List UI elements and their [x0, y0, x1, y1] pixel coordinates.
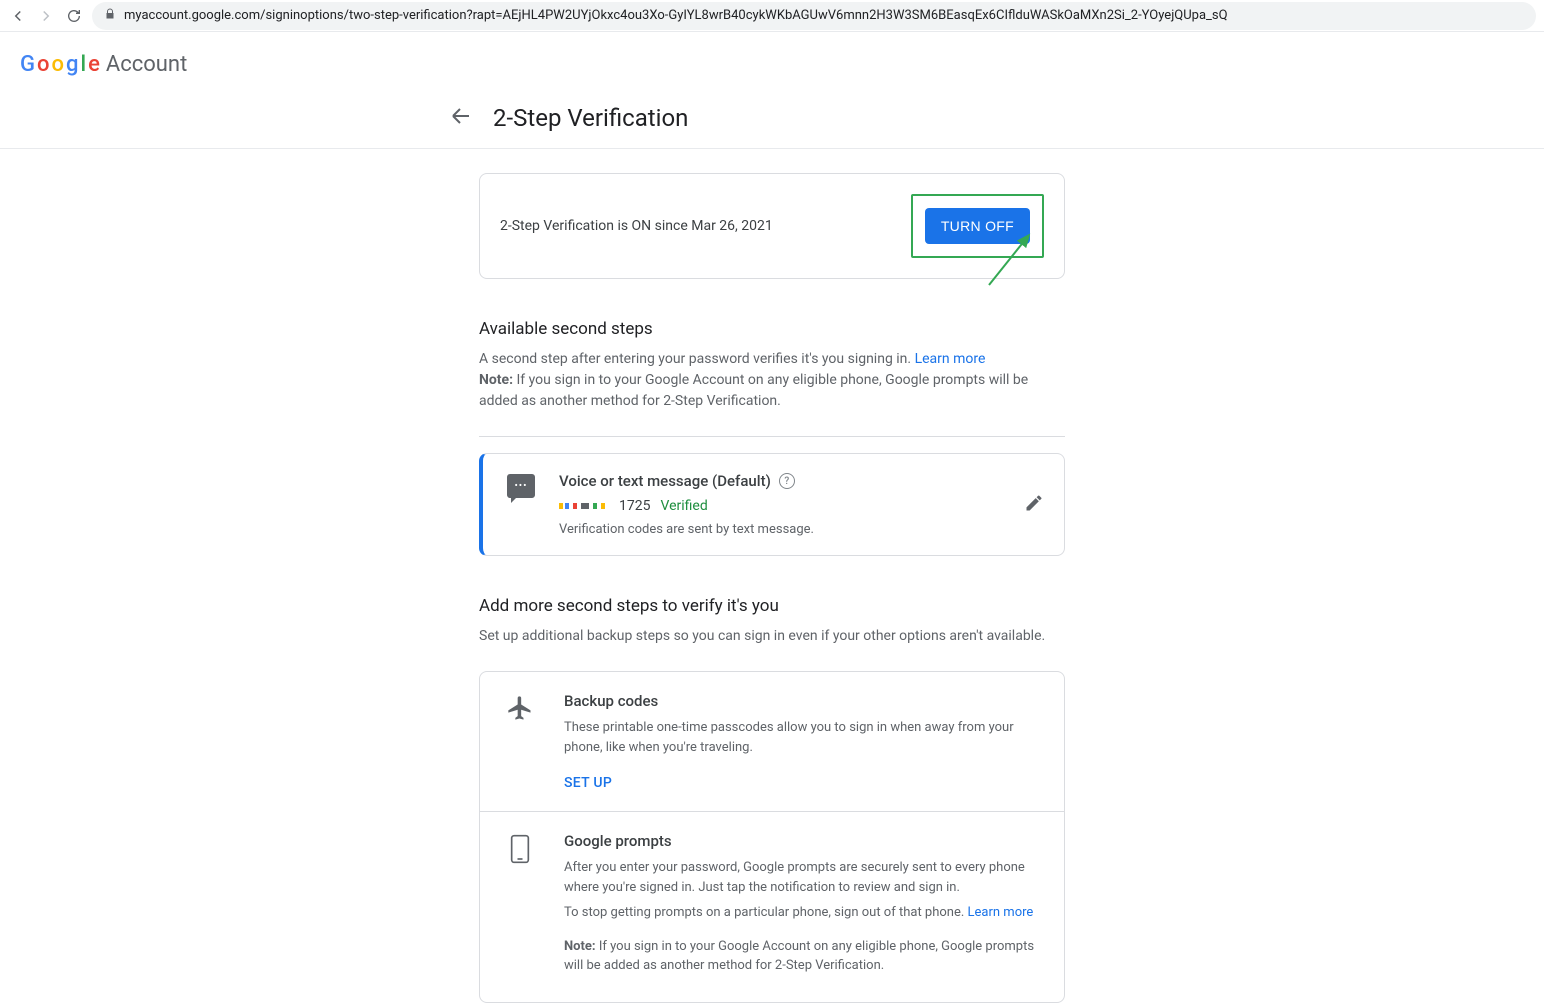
status-card: 2-Step Verification is ON since Mar 26, … [479, 173, 1065, 279]
phone-row: 1725 Verified [559, 498, 1044, 514]
annotation-highlight: TURN OFF [911, 194, 1044, 258]
main-content: 2-Step Verification is ON since Mar 26, … [479, 149, 1065, 1003]
available-steps-desc: A second step after entering your passwo… [479, 349, 1065, 370]
method-note: Verification codes are sent by text mess… [559, 522, 1044, 537]
more-steps-section: Add more second steps to verify it's you… [479, 596, 1065, 1003]
status-text: 2-Step Verification is ON since Mar 26, … [500, 218, 773, 234]
default-method-card: ••• Voice or text message (Default) ? 17… [479, 453, 1065, 556]
page-title: 2-Step Verification [493, 104, 688, 132]
setup-button[interactable]: SET UP [564, 775, 612, 791]
back-arrow-icon[interactable] [449, 104, 473, 132]
verified-label: Verified [660, 498, 707, 514]
backup-codes-row: Backup codes These printable one-time pa… [480, 672, 1064, 812]
browser-toolbar: myaccount.google.com/signinoptions/two-s… [0, 0, 1544, 32]
reload-icon[interactable] [64, 6, 84, 26]
lock-icon [104, 8, 116, 24]
more-steps-title: Add more second steps to verify it's you [479, 596, 1065, 616]
backup-codes-desc: These printable one-time passcodes allow… [564, 718, 1040, 757]
airplane-icon [504, 692, 536, 791]
forward-icon[interactable] [36, 6, 56, 26]
help-icon[interactable]: ? [779, 473, 795, 489]
phone-last4: 1725 [619, 498, 650, 514]
url-text: myaccount.google.com/signinoptions/two-s… [124, 8, 1228, 23]
available-steps-note: Note: If you sign in to your Google Acco… [479, 370, 1065, 412]
more-steps-desc: Set up additional backup steps so you ca… [479, 626, 1065, 647]
google-prompts-row: Google prompts After you enter your pass… [480, 812, 1064, 1002]
url-bar[interactable]: myaccount.google.com/signinoptions/two-s… [92, 2, 1536, 30]
available-steps-title: Available second steps [479, 319, 1065, 339]
app-header: Google Account [0, 32, 1544, 96]
available-steps-section: Available second steps A second step aft… [479, 319, 1065, 556]
obscured-digits [559, 499, 609, 513]
phone-icon [504, 832, 536, 982]
back-icon[interactable] [8, 6, 28, 26]
sms-icon: ••• [507, 474, 535, 498]
google-prompts-title: Google prompts [564, 832, 1040, 850]
account-label: Account [106, 52, 187, 77]
backup-codes-title: Backup codes [564, 692, 1040, 710]
learn-more-link[interactable]: Learn more [915, 351, 986, 367]
divider [479, 436, 1065, 437]
google-prompts-desc: After you enter your password, Google pr… [564, 858, 1040, 976]
edit-icon[interactable] [1024, 493, 1044, 517]
learn-more-link-2[interactable]: Learn more [968, 905, 1034, 920]
page-title-bar: 2-Step Verification [0, 96, 1544, 149]
google-logo[interactable]: Google Account [20, 52, 187, 77]
method-title: Voice or text message (Default) ? [559, 472, 1044, 490]
more-steps-card: Backup codes These printable one-time pa… [479, 671, 1065, 1003]
turn-off-button[interactable]: TURN OFF [925, 208, 1030, 244]
